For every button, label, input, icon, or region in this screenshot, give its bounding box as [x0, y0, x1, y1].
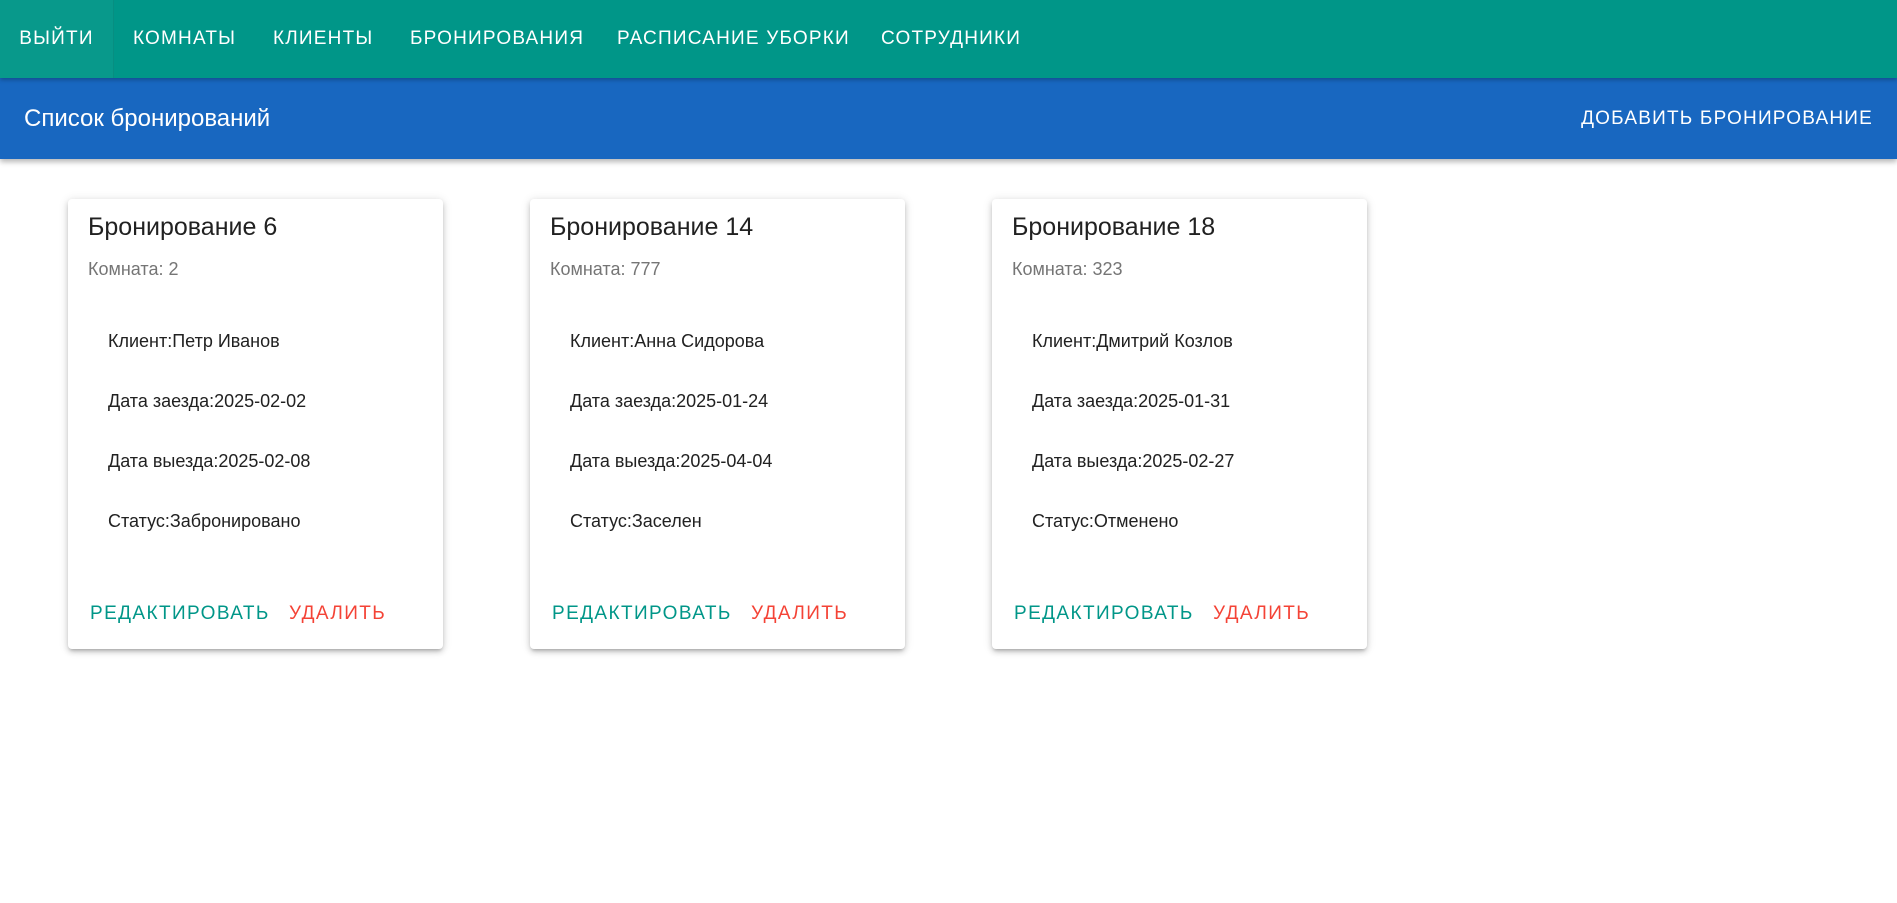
nav-rooms-button[interactable]: КОМНАТЫ [133, 0, 236, 78]
booking-status: Статус:Отменено [1032, 511, 1179, 531]
add-booking-button[interactable]: ДОБАВИТЬ БРОНИРОВАНИЕ [1581, 78, 1873, 159]
booking-title: Бронирование 18 [1012, 213, 1216, 241]
booking-title: Бронирование 6 [88, 213, 278, 241]
booking-status: Статус:Заселен [570, 511, 702, 531]
booking-card: Бронирование 14 Комната: 777 Клиент:Анна… [530, 199, 905, 649]
booking-checkin-date: Дата заезда:2025-01-31 [1032, 391, 1231, 411]
booking-client: Клиент:Дмитрий Козлов [1032, 331, 1233, 351]
delete-booking-button[interactable]: УДАЛИТЬ [751, 603, 848, 625]
booking-room: Комната: 2 [88, 259, 179, 279]
nav-staff-button[interactable]: СОТРУДНИКИ [881, 0, 1021, 78]
booking-client: Клиент:Петр Иванов [108, 331, 280, 351]
edit-booking-button[interactable]: РЕДАКТИРОВАТЬ [90, 603, 270, 625]
booking-card: Бронирование 6 Комната: 2 Клиент:Петр Ив… [68, 199, 443, 649]
booking-checkin-date: Дата заезда:2025-02-02 [108, 391, 307, 411]
booking-checkin-date: Дата заезда:2025-01-24 [570, 391, 769, 411]
nav-clients-button[interactable]: КЛИЕНТЫ [273, 0, 373, 78]
booking-card: Бронирование 18 Комната: 323 Клиент:Дмит… [992, 199, 1367, 649]
booking-checkout-date: Дата выезда:2025-02-08 [108, 451, 311, 471]
delete-booking-button[interactable]: УДАЛИТЬ [289, 603, 386, 625]
booking-checkout-date: Дата выезда:2025-02-27 [1032, 451, 1235, 471]
page-title: Список бронирований [24, 105, 271, 132]
delete-booking-button[interactable]: УДАЛИТЬ [1213, 603, 1310, 625]
booking-checkout-date: Дата выезда:2025-04-04 [570, 451, 773, 471]
top-navigation: ВЫЙТИ КОМНАТЫ КЛИЕНТЫ БРОНИРОВАНИЯ РАСПИ… [0, 0, 1897, 78]
nav-logout-button[interactable]: ВЫЙТИ [0, 0, 114, 78]
booking-title: Бронирование 14 [550, 213, 754, 241]
booking-client: Клиент:Анна Сидорова [570, 331, 765, 351]
page-toolbar: Список бронирований ДОБАВИТЬ БРОНИРОВАНИ… [0, 78, 1897, 159]
nav-bookings-button[interactable]: БРОНИРОВАНИЯ [410, 0, 584, 78]
edit-booking-button[interactable]: РЕДАКТИРОВАТЬ [552, 603, 732, 625]
nav-cleaning-schedule-button[interactable]: РАСПИСАНИЕ УБОРКИ [617, 0, 850, 78]
booking-room: Комната: 777 [550, 259, 661, 279]
booking-room: Комната: 323 [1012, 259, 1123, 279]
booking-status: Статус:Забронировано [108, 511, 301, 531]
edit-booking-button[interactable]: РЕДАКТИРОВАТЬ [1014, 603, 1194, 625]
